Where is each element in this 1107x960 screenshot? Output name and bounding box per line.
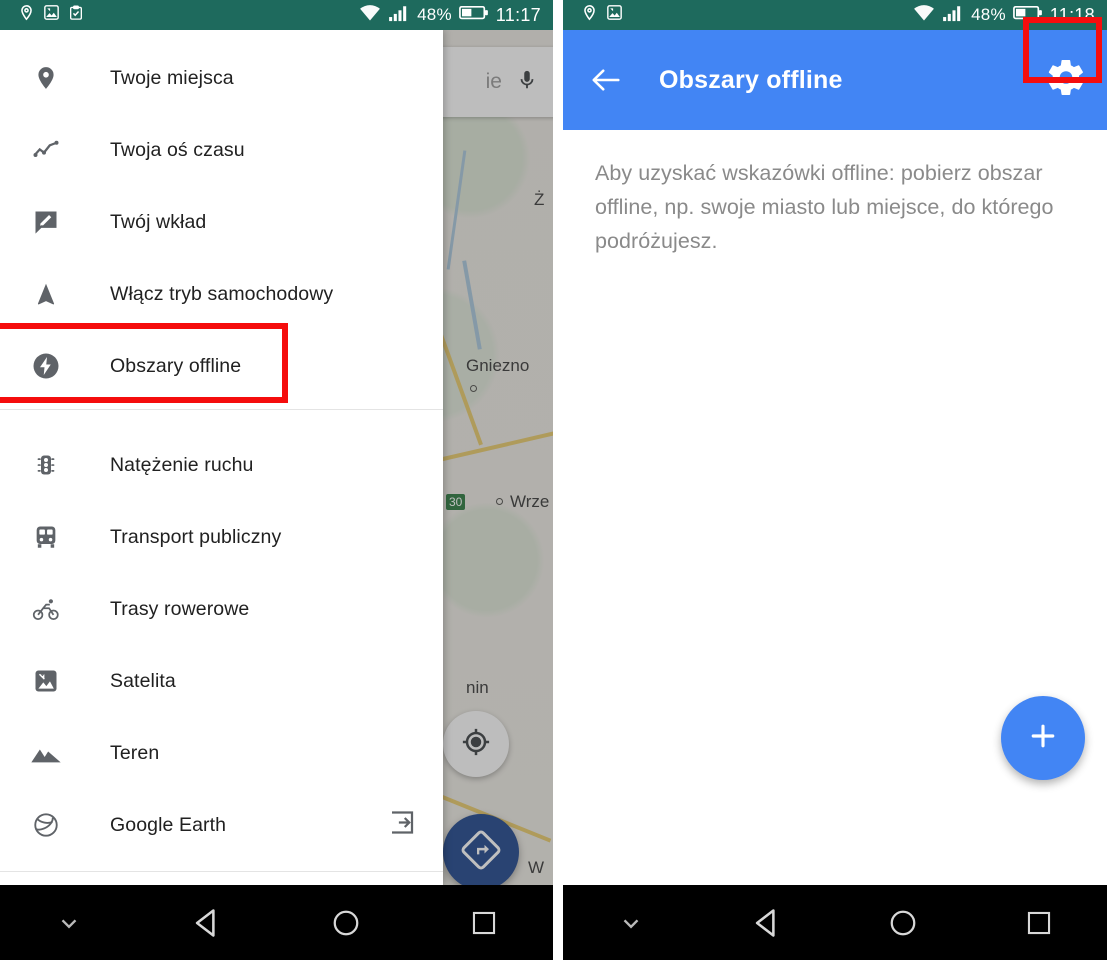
- sidebar-item-obszary-offline[interactable]: Obszary offline: [0, 330, 443, 402]
- sidebar-item-trasy-rowerowe[interactable]: Trasy rowerowe: [0, 573, 443, 645]
- bicycle-icon: [24, 595, 68, 623]
- terrain-mountain-icon: [24, 741, 68, 765]
- sidebar-item-label: Google Earth: [110, 813, 227, 836]
- sidebar-item-natezenie-ruchu[interactable]: Natężenie ruchu: [0, 429, 443, 501]
- page-title: Obszary offline: [659, 65, 843, 94]
- traffic-light-icon: [24, 450, 68, 480]
- cell-signal-icon: [388, 4, 410, 27]
- status-bar-clock: 11:17: [495, 4, 541, 25]
- navigation-drawer: Twoje miejsca Twoja oś czasu Twój wkład …: [0, 30, 443, 885]
- battery-half-icon: [458, 4, 489, 26]
- clipboard-check-icon: [68, 4, 84, 27]
- nav-home-button[interactable]: [835, 908, 971, 938]
- status-bar-clock: 11:18: [1049, 4, 1095, 25]
- transit-train-icon: [24, 523, 68, 551]
- nav-recents-button[interactable]: [971, 909, 1107, 937]
- status-bar-right: 48% 11:18: [563, 0, 1107, 30]
- gear-icon[interactable]: [1045, 57, 1087, 104]
- plus-icon: [1025, 718, 1061, 759]
- android-nav-bar-left: [0, 885, 553, 960]
- offline-bolt-icon: [24, 351, 68, 381]
- hide-navbar-button[interactable]: [563, 910, 699, 936]
- sidebar-item-tryb-samochodowy[interactable]: Włącz tryb samochodowy: [0, 258, 443, 330]
- status-bar-system-icons: 48% 11:17: [359, 4, 553, 27]
- nav-back-button[interactable]: [138, 906, 276, 940]
- app-bar: Obszary offline: [563, 30, 1107, 130]
- navigation-arrow-icon: [24, 279, 68, 309]
- status-bar-notification-icons: [0, 3, 84, 27]
- sidebar-item-satelita[interactable]: Satelita: [0, 645, 443, 717]
- hide-navbar-button[interactable]: [0, 910, 138, 936]
- sidebar-item-label: Transport publiczny: [110, 525, 282, 548]
- sidebar-item-label: Satelita: [110, 669, 176, 692]
- nav-back-button[interactable]: [699, 906, 835, 940]
- open-external-icon[interactable]: [387, 808, 417, 843]
- sidebar-item-transport-publiczny[interactable]: Transport publiczny: [0, 501, 443, 573]
- google-earth-globe-icon: [24, 811, 68, 839]
- status-bar-notification-icons: [563, 3, 623, 27]
- nav-recents-button[interactable]: [415, 909, 553, 937]
- battery-percent-label: 48%: [417, 5, 452, 24]
- android-nav-bar-right: [563, 885, 1107, 960]
- sidebar-item-label: Twoje miejsca: [110, 66, 234, 89]
- sidebar-item-label: Teren: [110, 741, 160, 764]
- right-phone-panel: 48% 11:18 Obszary offline Aby uzyskać ws…: [563, 0, 1107, 960]
- wifi-icon: [359, 4, 381, 27]
- left-phone-panel: 30 Gniezno Wrze Ż nin W ie Twoje miejsca…: [0, 0, 553, 960]
- drawer-divider: [0, 409, 443, 410]
- location-pin-icon: [18, 3, 35, 27]
- sidebar-item-twoje-miejsca[interactable]: Twoje miejsca: [0, 42, 443, 114]
- wifi-icon: [913, 4, 935, 27]
- nav-home-button[interactable]: [277, 908, 415, 938]
- screenshot-root: 30 Gniezno Wrze Ż nin W ie Twoje miejsca…: [0, 0, 1107, 960]
- offline-hint-text: Aby uzyskać wskazówki offline: pobierz o…: [595, 161, 1054, 253]
- sidebar-item-label: Natężenie ruchu: [110, 453, 254, 476]
- status-bar-system-icons: 48% 11:18: [913, 4, 1107, 27]
- timeline-icon: [24, 135, 68, 165]
- battery-percent-label: 48%: [971, 5, 1006, 24]
- map-pin-icon: [24, 63, 68, 93]
- screenshot-image-icon: [606, 4, 623, 26]
- sidebar-item-teren[interactable]: Teren: [0, 717, 443, 789]
- contribution-edit-icon: [24, 208, 68, 236]
- offline-areas-content: Aby uzyskać wskazówki offline: pobierz o…: [563, 130, 1107, 885]
- drawer-divider-bottom: [0, 871, 443, 872]
- add-offline-area-fab[interactable]: [1001, 696, 1085, 780]
- cell-signal-icon: [942, 4, 964, 27]
- sidebar-item-label: Włącz tryb samochodowy: [110, 282, 334, 305]
- sidebar-item-label: Twoja oś czasu: [110, 138, 245, 161]
- screenshot-image-icon: [43, 4, 60, 26]
- sidebar-item-label: Trasy rowerowe: [110, 597, 250, 620]
- satellite-image-icon: [24, 667, 68, 695]
- back-arrow-icon[interactable]: [589, 65, 623, 95]
- status-bar-left: 48% 11:17: [0, 0, 553, 30]
- sidebar-item-label: Twój wkład: [110, 210, 207, 233]
- sidebar-item-google-earth[interactable]: Google Earth: [0, 789, 443, 861]
- sidebar-item-twoja-os-czasu[interactable]: Twoja oś czasu: [0, 114, 443, 186]
- location-pin-icon: [581, 3, 598, 27]
- sidebar-item-label: Obszary offline: [110, 354, 242, 377]
- battery-half-icon: [1012, 4, 1043, 26]
- sidebar-item-twoj-wklad[interactable]: Twój wkład: [0, 186, 443, 258]
